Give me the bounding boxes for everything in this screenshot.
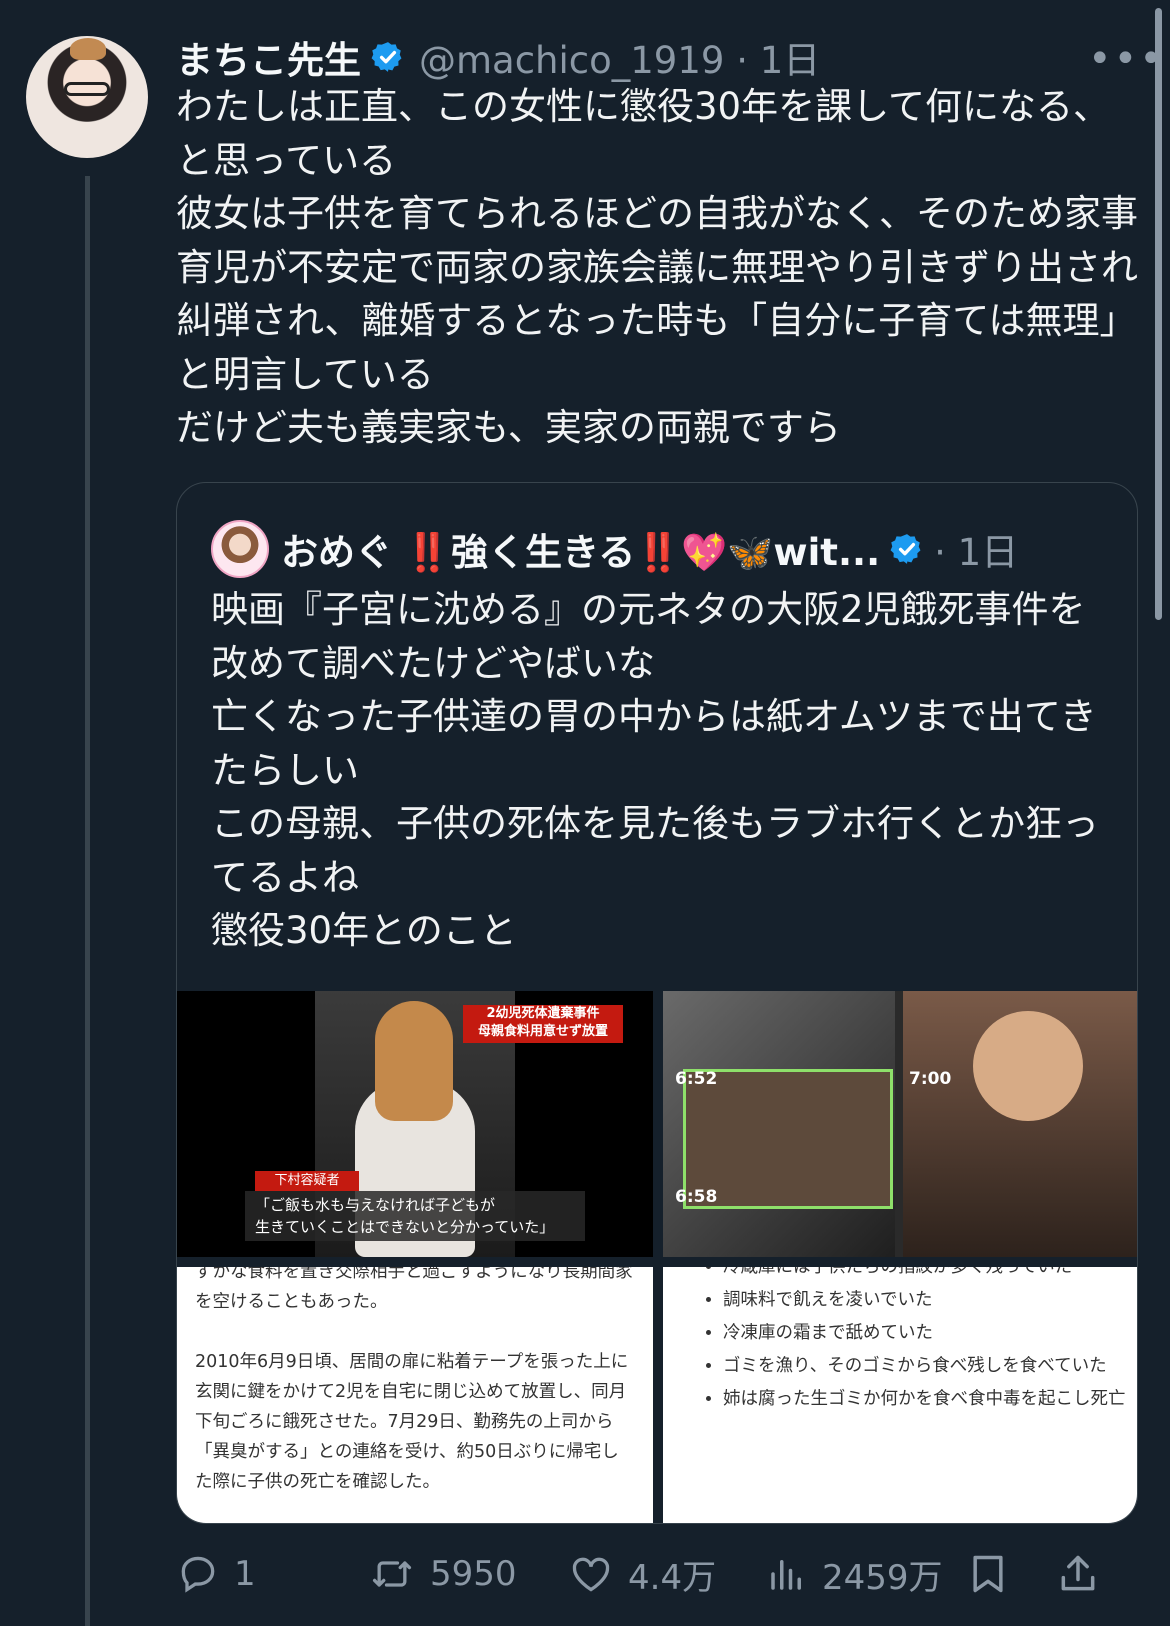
quoted-tweet-text: 映画『子宮に沈める』の元ネタの大阪2児餓死事件を改めて調べたけどやばいな 亡くな… (211, 588, 1099, 952)
hair (375, 1001, 453, 1121)
share-button[interactable] (1056, 1544, 1114, 1604)
bullet-item: 冷凍庫の霜まで舐めていた (723, 1319, 1137, 1348)
author-name[interactable]: まちこ先生 (176, 30, 361, 84)
bullet-item: ゴミを漁り、そのゴミから食べ残しを食べていた (723, 1352, 1137, 1381)
media-grid: 2幼児死体遺棄事件 母親食料用意せず放置 下村容疑者 「ご飯も水も与えなければ子… (177, 991, 1137, 1523)
share-icon (1061, 1555, 1095, 1591)
tweet-text: わたしは正直、この女性に懲役30年を課して何になる、と思っている 彼女は子供を育… (176, 85, 1138, 449)
media-image-4[interactable]: 冷蔵庫には子供たちの指紋が多く残っていた 調味料で飢えを凌いでいた 冷凍庫の霜ま… (663, 1267, 1137, 1523)
news-caption: 2幼児死体遺棄事件 母親食料用意せず放置 (463, 1005, 623, 1043)
scrollbar[interactable] (1155, 8, 1162, 620)
thread-line (85, 176, 90, 1626)
author-avatar[interactable] (26, 36, 148, 158)
heart-icon (572, 1557, 610, 1592)
like-button[interactable]: 4.4万 (568, 1544, 716, 1604)
reply-button[interactable]: 1 (176, 1544, 256, 1604)
bookmark-icon (973, 1555, 1003, 1593)
retweet-icon (372, 1561, 412, 1587)
face (973, 1011, 1083, 1121)
author-handle-time[interactable]: @machico_1919 · 1日 (419, 30, 820, 84)
suspect-caption: 下村容疑者 (255, 1171, 359, 1191)
article-excerpt: ずかな食料を置き交際相手と過ごすようになり長期間家を空けることもあった。 201… (195, 1267, 633, 1492)
reply-icon (181, 1556, 215, 1593)
media-image-2[interactable]: 6:52 6:58 7:00 (663, 991, 1137, 1257)
action-bar: 1 5950 4.4万 2459万 (176, 1544, 1136, 1604)
views-button[interactable]: 2459万 (766, 1544, 943, 1604)
bookmark-button[interactable] (966, 1544, 1024, 1604)
retweet-count: 5950 (430, 1554, 517, 1594)
media-image-3[interactable]: ずかな食料を置き交際相手と過ごすようになり長期間家を空けることもあった。 201… (177, 1267, 653, 1523)
quoted-tweet-time: · 1日 (934, 531, 1019, 574)
like-count: 4.4万 (628, 1557, 717, 1598)
timestamp-3: 7:00 (909, 1069, 952, 1089)
analytics-icon (771, 1560, 801, 1590)
view-count: 2459万 (822, 1557, 943, 1598)
verified-badge-icon (890, 534, 921, 564)
timestamp-2: 6:58 (675, 1187, 718, 1207)
verified-badge-icon (371, 42, 402, 72)
portrait-photo (903, 991, 1137, 1257)
more-options-icon[interactable]: ••• (1088, 36, 1165, 82)
retweet-button[interactable]: 5950 (368, 1544, 517, 1604)
bullet-list: 冷蔵庫には子供たちの指紋が多く残っていた 調味料で飢えを凌いでいた 冷凍庫の霜ま… (703, 1267, 1137, 1418)
avatar-glasses (64, 82, 110, 96)
bullet-item: 調味料で飢えを凌いでいた (723, 1286, 1137, 1315)
reply-count: 1 (234, 1554, 256, 1594)
quoted-author-name: おめぐ ‼️強く生きる‼️💖🦋wit... (281, 531, 881, 574)
quoted-tweet[interactable]: おめぐ ‼️強く生きる‼️💖🦋wit... · 1日 映画『子宮に沈める』の元ネ… (176, 482, 1138, 1524)
tweet-header: まちこ先生 @machico_1919 · 1日 (176, 30, 820, 84)
media-image-1[interactable]: 2幼児死体遺棄事件 母親食料用意せず放置 下村容疑者 「ご飯も水も与えなければ子… (177, 991, 653, 1257)
timestamp-1: 6:52 (675, 1069, 718, 1089)
quote-caption: 「ご飯も水も与えなければ子どもが 生きていくことはできないと分かっていた」 (245, 1191, 585, 1241)
bullet-item: 冷蔵庫には子供たちの指紋が多く残っていた (723, 1267, 1137, 1282)
quoted-tweet-header: おめぐ ‼️強く生きる‼️💖🦋wit... · 1日 (211, 520, 1019, 578)
avatar-hat (70, 38, 106, 60)
bullet-item: 姉は腐った生ゴミか何かを食べ食中毒を起こし死亡 (723, 1385, 1137, 1414)
quoted-author-avatar[interactable] (211, 520, 269, 578)
room-photo (663, 991, 895, 1257)
